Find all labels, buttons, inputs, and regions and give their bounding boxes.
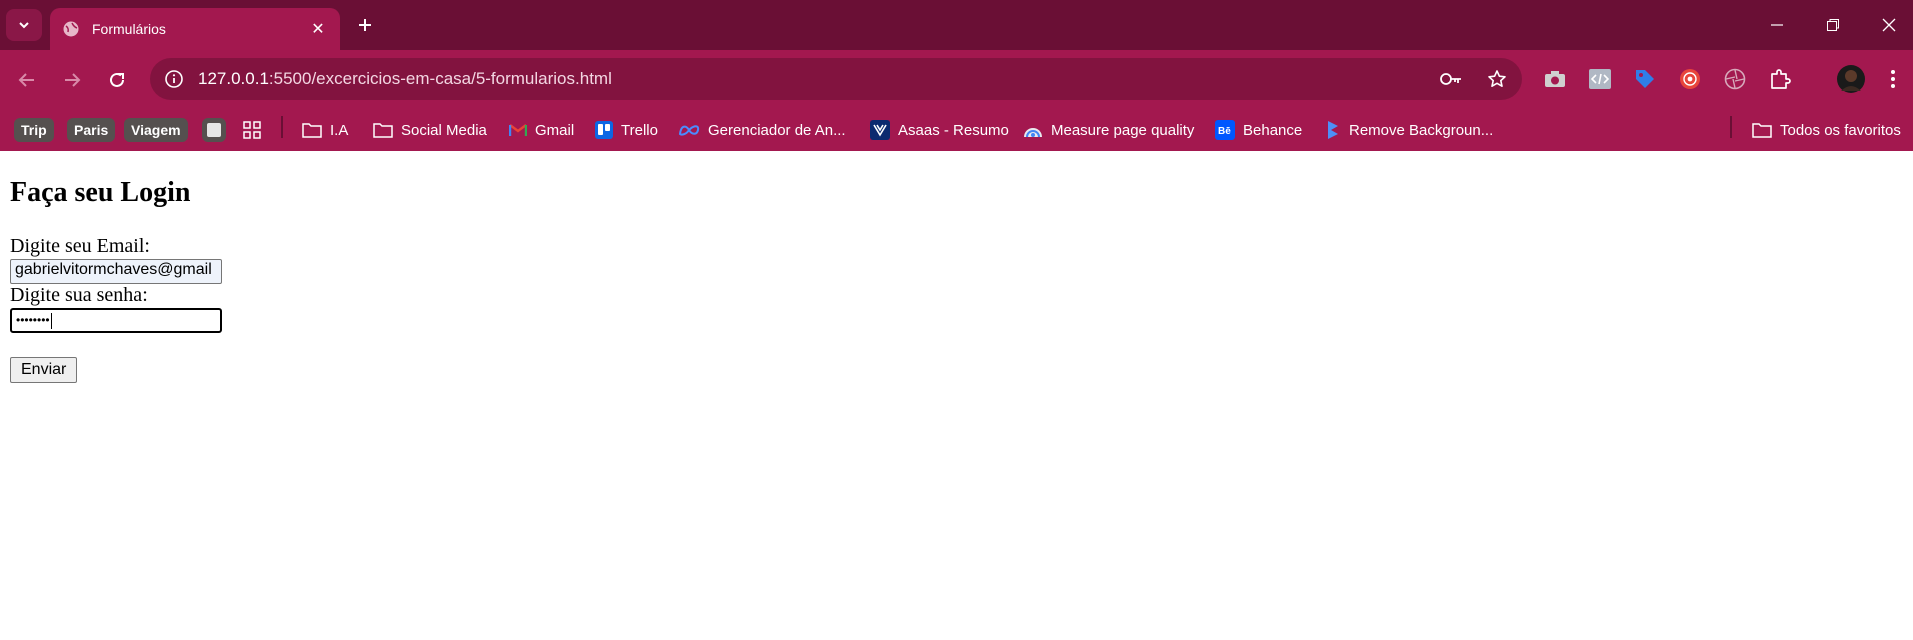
trello-icon bbox=[595, 121, 613, 139]
square-icon bbox=[202, 118, 226, 142]
bookmark-chip-paris[interactable]: Paris bbox=[67, 115, 116, 145]
tab-title: Formulários bbox=[92, 21, 166, 37]
reload-button[interactable] bbox=[100, 63, 134, 97]
forward-button[interactable] bbox=[55, 63, 89, 97]
lighthouse-icon bbox=[1024, 128, 1042, 138]
password-key-icon[interactable] bbox=[1438, 66, 1464, 92]
tab-active[interactable]: Formulários ✕ bbox=[50, 8, 340, 50]
meta-icon bbox=[678, 125, 700, 136]
text-caret bbox=[50, 313, 52, 329]
profile-avatar[interactable] bbox=[1835, 63, 1867, 95]
close-window-button[interactable] bbox=[1862, 0, 1913, 50]
bookmark-label: Remove Backgroun... bbox=[1349, 121, 1494, 139]
address-bar[interactable]: 127.0.0.1:5500/excercicios-em-casa/5-for… bbox=[150, 58, 1522, 100]
arrow-right-icon bbox=[65, 73, 81, 87]
close-icon[interactable]: ✕ bbox=[308, 19, 328, 39]
bookmarks-bar: Trip Paris Viagem I.A Social Media Gmail… bbox=[0, 109, 1913, 151]
chip-label: Viagem bbox=[124, 118, 188, 142]
bookmark-label: Trello bbox=[621, 121, 658, 139]
bookmark-label: Social Media bbox=[401, 121, 487, 139]
folder-icon bbox=[1752, 123, 1772, 138]
bookmark-trello[interactable]: Trello bbox=[595, 115, 658, 145]
bookmark-label: Asaas - Resumo bbox=[898, 121, 1009, 139]
folder-icon bbox=[302, 123, 322, 138]
folder-icon bbox=[373, 123, 393, 138]
extensions-puzzle-icon[interactable] bbox=[1767, 66, 1793, 92]
page-title: Faça seu Login bbox=[10, 177, 191, 208]
bookmark-chip-viagem[interactable]: Viagem bbox=[124, 115, 188, 145]
bookmark-divider bbox=[281, 116, 283, 138]
chip-label: Paris bbox=[67, 118, 116, 142]
minimize-icon bbox=[1771, 24, 1783, 26]
bookmark-label: Gerenciador de An... bbox=[708, 121, 846, 139]
bookmark-label: Gmail bbox=[535, 121, 575, 139]
url-host: 127.0.0.1 bbox=[198, 69, 269, 88]
bookmark-divider bbox=[1730, 116, 1732, 138]
aperture-extension-icon[interactable] bbox=[1722, 66, 1748, 92]
bookmark-label: Measure page quality bbox=[1051, 121, 1195, 139]
grid-icon bbox=[243, 121, 261, 139]
tab-search-button[interactable] bbox=[6, 9, 42, 41]
email-label: Digite seu Email: bbox=[10, 235, 150, 257]
bookmark-social-media[interactable]: Social Media bbox=[373, 115, 487, 145]
globe-icon bbox=[62, 20, 80, 38]
behance-icon: Bē bbox=[1215, 120, 1235, 140]
bookmark-remove-bg[interactable]: Remove Backgroun... bbox=[1325, 115, 1493, 145]
gmail-icon bbox=[509, 124, 527, 136]
url-text: 127.0.0.1:5500/excercicios-em-casa/5-for… bbox=[198, 69, 612, 89]
bookmark-gerenciador[interactable]: Gerenciador de An... bbox=[678, 115, 846, 145]
password-mask: •••••••• bbox=[16, 313, 50, 328]
bookmark-measure[interactable]: Measure page quality bbox=[1023, 115, 1194, 145]
reload-icon bbox=[110, 72, 124, 87]
bookmark-behance[interactable]: Bē Behance bbox=[1215, 115, 1302, 145]
restore-button[interactable] bbox=[1806, 0, 1860, 50]
email-field[interactable]: gabrielvitormchaves@gmail bbox=[10, 259, 222, 284]
plus-icon bbox=[359, 19, 371, 31]
removebg-icon bbox=[1328, 121, 1338, 139]
svg-text:Bē: Bē bbox=[1218, 126, 1231, 137]
minimize-button[interactable] bbox=[1750, 0, 1804, 50]
apps-grid-button[interactable] bbox=[243, 115, 261, 145]
bookmark-ia[interactable]: I.A bbox=[302, 115, 348, 145]
browser-toolbar: 127.0.0.1:5500/excercicios-em-casa/5-for… bbox=[0, 50, 1913, 109]
bookmark-chip-trip[interactable]: Trip bbox=[14, 115, 54, 145]
code-extension-icon[interactable] bbox=[1587, 66, 1613, 92]
chevron-down-icon bbox=[19, 22, 29, 29]
password-label: Digite sua senha: bbox=[10, 284, 148, 306]
arrow-left-icon bbox=[18, 73, 34, 87]
bookmark-gmail[interactable]: Gmail bbox=[509, 115, 574, 145]
bookmark-asaas[interactable]: Asaas - Resumo bbox=[870, 115, 1009, 145]
page-content: Faça seu Login Digite seu Email: gabriel… bbox=[0, 151, 1913, 640]
all-bookmarks[interactable]: Todos os favoritos bbox=[1752, 115, 1901, 145]
bookmark-tab-group[interactable] bbox=[202, 115, 226, 145]
site-info-icon[interactable] bbox=[164, 69, 184, 89]
tag-extension-icon[interactable] bbox=[1632, 66, 1658, 92]
submit-button[interactable]: Enviar bbox=[10, 357, 78, 383]
chrome-dino-extension-icon[interactable] bbox=[1677, 66, 1703, 92]
menu-kebab-icon[interactable] bbox=[1880, 66, 1906, 92]
url-path: :5500/excercicios-em-casa/5-formularios.… bbox=[268, 69, 612, 88]
asaas-icon bbox=[870, 120, 890, 140]
bookmark-label: Todos os favoritos bbox=[1780, 121, 1901, 139]
back-button[interactable] bbox=[10, 63, 44, 97]
camera-extension-icon[interactable] bbox=[1542, 66, 1568, 92]
chip-label: Trip bbox=[14, 118, 54, 142]
restore-icon bbox=[1827, 19, 1839, 31]
new-tab-button[interactable] bbox=[350, 12, 380, 38]
bookmark-label: I.A bbox=[330, 121, 349, 139]
password-field[interactable]: •••••••• bbox=[10, 308, 222, 333]
bookmark-star-icon[interactable] bbox=[1484, 66, 1510, 92]
close-icon bbox=[1882, 18, 1896, 32]
tab-strip: Formulários ✕ bbox=[0, 0, 1913, 50]
bookmark-label: Behance bbox=[1243, 121, 1303, 139]
